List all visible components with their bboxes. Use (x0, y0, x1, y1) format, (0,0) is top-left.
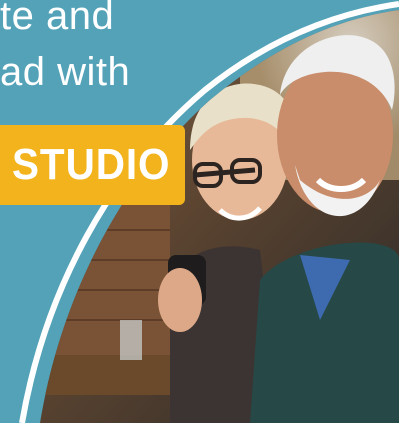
headline-line-2: ad with (0, 50, 131, 94)
headline-line-1: te and (0, 0, 115, 38)
studio-label: STUDIO (12, 140, 171, 189)
studio-banner: STUDIO (0, 125, 185, 205)
